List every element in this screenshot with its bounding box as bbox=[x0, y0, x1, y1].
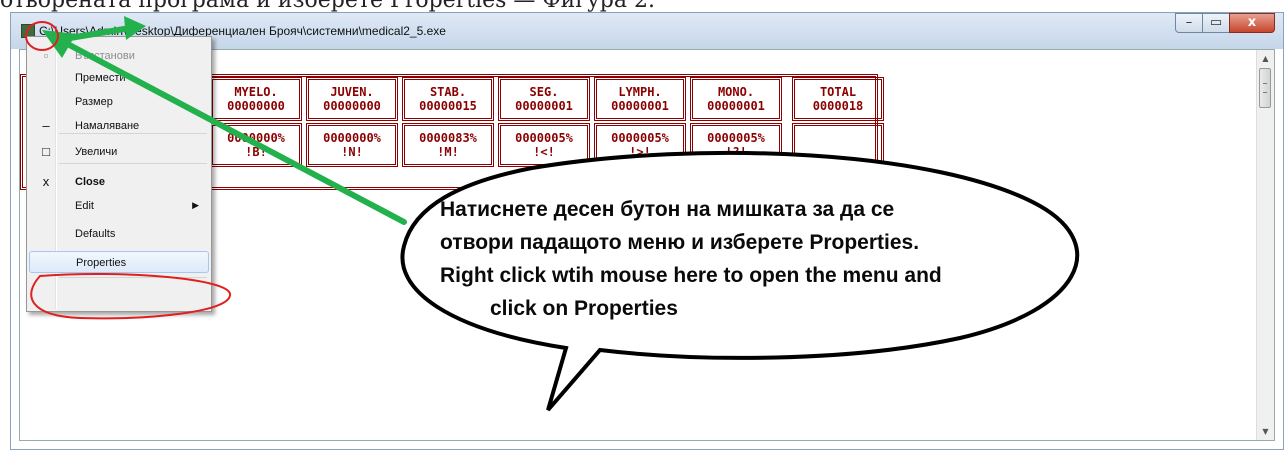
callout-line-1: Натиснете десен бутон на мишката за да с… bbox=[440, 198, 895, 221]
arrow-to-icon-line bbox=[57, 37, 407, 225]
callout-line-3: Right click wtih mouse here to open the … bbox=[440, 264, 942, 287]
callout-line-2: отвори падащото меню и изберете Properti… bbox=[440, 231, 920, 254]
annotation-overlay bbox=[25, 16, 1080, 412]
green-arrows bbox=[42, 16, 407, 225]
callout-line-4: click on Properties bbox=[490, 297, 678, 320]
arrow-to-title-head bbox=[124, 16, 146, 40]
arrow-to-title-line bbox=[67, 25, 133, 41]
properties-highlight-oval bbox=[30, 273, 232, 320]
